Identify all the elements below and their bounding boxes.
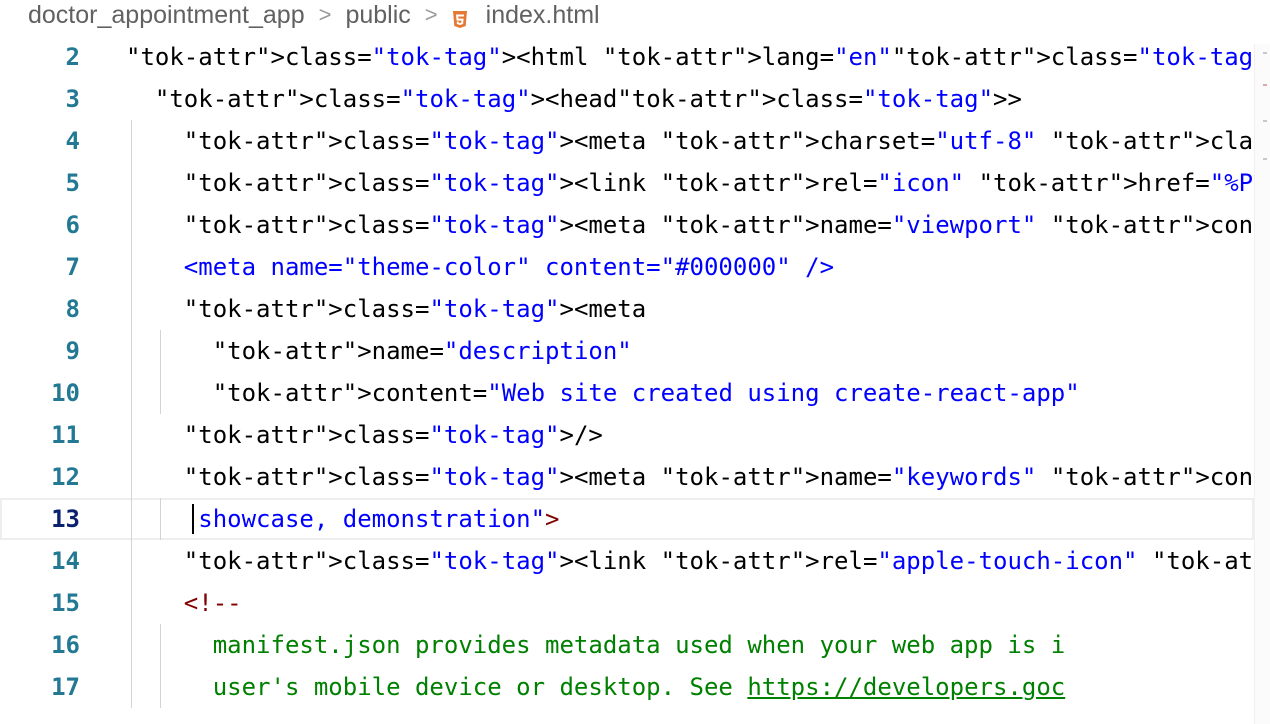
line-number: 9	[65, 337, 80, 365]
code-text: "tok-attr">name="description"	[212, 337, 632, 365]
html5-icon	[452, 6, 468, 28]
code-line[interactable]: 6 "tok-attr">class="tok-tag"><meta "tok-…	[0, 204, 1270, 246]
code-line[interactable]: 3 "tok-attr">class="tok-tag"><head"tok-a…	[0, 78, 1254, 120]
code-line[interactable]: 10 "tok-attr">content="Web site created …	[0, 372, 1254, 414]
code-text: "tok-attr">content="Web site created usi…	[212, 379, 1080, 407]
breadcrumb-item-file[interactable]: index.html	[486, 0, 600, 30]
code-text: <!--	[183, 589, 242, 617]
line-number: 11	[51, 421, 80, 449]
line-number: 7	[65, 253, 80, 281]
breadcrumb-item-public[interactable]: public	[345, 0, 410, 30]
code-text: "tok-attr">class="tok-tag"><meta "tok-at…	[183, 463, 1270, 491]
text-cursor	[191, 504, 194, 534]
line-number: 14	[51, 547, 80, 575]
minimap[interactable]	[1254, 44, 1270, 724]
breadcrumb-separator-icon: >	[318, 2, 332, 27]
breadcrumb: doctor_appointment_app > public > index.…	[28, 0, 600, 44]
code-text: "tok-attr">class="tok-tag"><link "tok-at…	[183, 169, 1270, 197]
code-text: user's mobile device or desktop. See htt…	[126, 673, 1066, 701]
breadcrumb-item-folder[interactable]: doctor_appointment_app	[28, 0, 305, 30]
code-line[interactable]: 13 showcase, demonstration">	[0, 498, 1254, 540]
line-number: 4	[65, 127, 80, 155]
code-text: "tok-attr">class="tok-tag"><meta	[183, 295, 647, 323]
code-area[interactable]: 2 "tok-attr">class="tok-tag"><html "tok-a…	[0, 36, 1270, 724]
line-number: 17	[51, 673, 80, 701]
code-line[interactable]: 8 "tok-attr">class="tok-tag"><meta	[0, 288, 1254, 330]
code-text: "tok-attr">class="tok-tag"><head"tok-att…	[154, 85, 1022, 113]
code-text: "tok-attr">class="tok-tag"><link "tok-at…	[183, 547, 1270, 575]
code-line[interactable]: 5 "tok-attr">class="tok-tag"><link "tok-…	[0, 162, 1270, 204]
code-text: "tok-attr">class="tok-tag">/>	[183, 421, 603, 449]
code-line[interactable]: 14 "tok-attr">class="tok-tag"><link "tok…	[0, 540, 1270, 582]
code-line[interactable]: 7 <meta name="theme-color" content="#000…	[0, 246, 1254, 288]
line-number: 15	[51, 589, 80, 617]
line-number: 5	[65, 169, 80, 197]
code-line[interactable]: 15 <!--	[0, 582, 1254, 624]
code-line[interactable]: 4 "tok-attr">class="tok-tag"><meta "tok-…	[0, 120, 1270, 162]
code-editor[interactable]: doctor_appointment_app > public > index.…	[0, 0, 1270, 724]
code-line[interactable]: 17 user's mobile device or desktop. See …	[0, 666, 1254, 708]
line-number: 10	[51, 379, 80, 407]
code-text: <meta name="theme-color" content="#00000…	[126, 253, 835, 281]
code-line[interactable]: 9 "tok-attr">name="description"	[0, 330, 1254, 372]
line-number: 3	[65, 85, 80, 113]
code-line[interactable]: 11 "tok-attr">class="tok-tag">/>	[0, 414, 1254, 456]
line-number: 12	[51, 463, 80, 491]
code-text: manifest.json provides metadata used whe…	[126, 631, 1066, 659]
code-line[interactable]: 12 "tok-attr">class="tok-tag"><meta "tok…	[0, 456, 1270, 498]
line-number: 6	[65, 211, 80, 239]
code-text: "tok-attr">class="tok-tag"><meta "tok-at…	[183, 211, 1270, 239]
line-number: 16	[51, 631, 80, 659]
breadcrumb-separator-icon: >	[424, 2, 438, 27]
code-line[interactable]: 16 manifest.json provides metadata used …	[0, 624, 1254, 666]
code-text: "tok-attr">class="tok-tag"><meta "tok-at…	[183, 127, 1270, 155]
line-number: 8	[65, 295, 80, 323]
line-number: 13	[51, 505, 80, 533]
